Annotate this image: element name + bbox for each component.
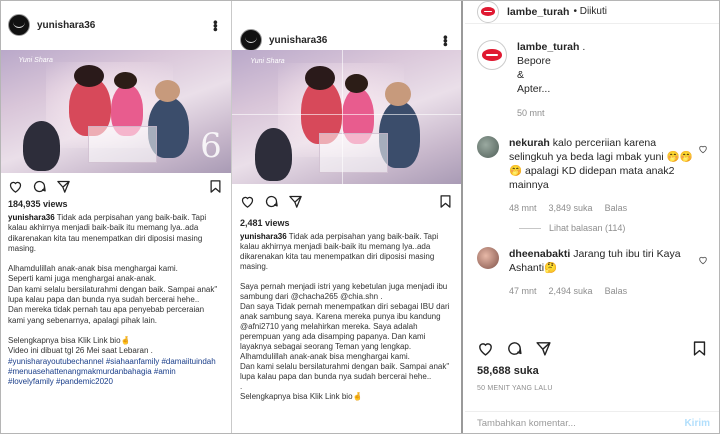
image-border (0, 0, 720, 434)
